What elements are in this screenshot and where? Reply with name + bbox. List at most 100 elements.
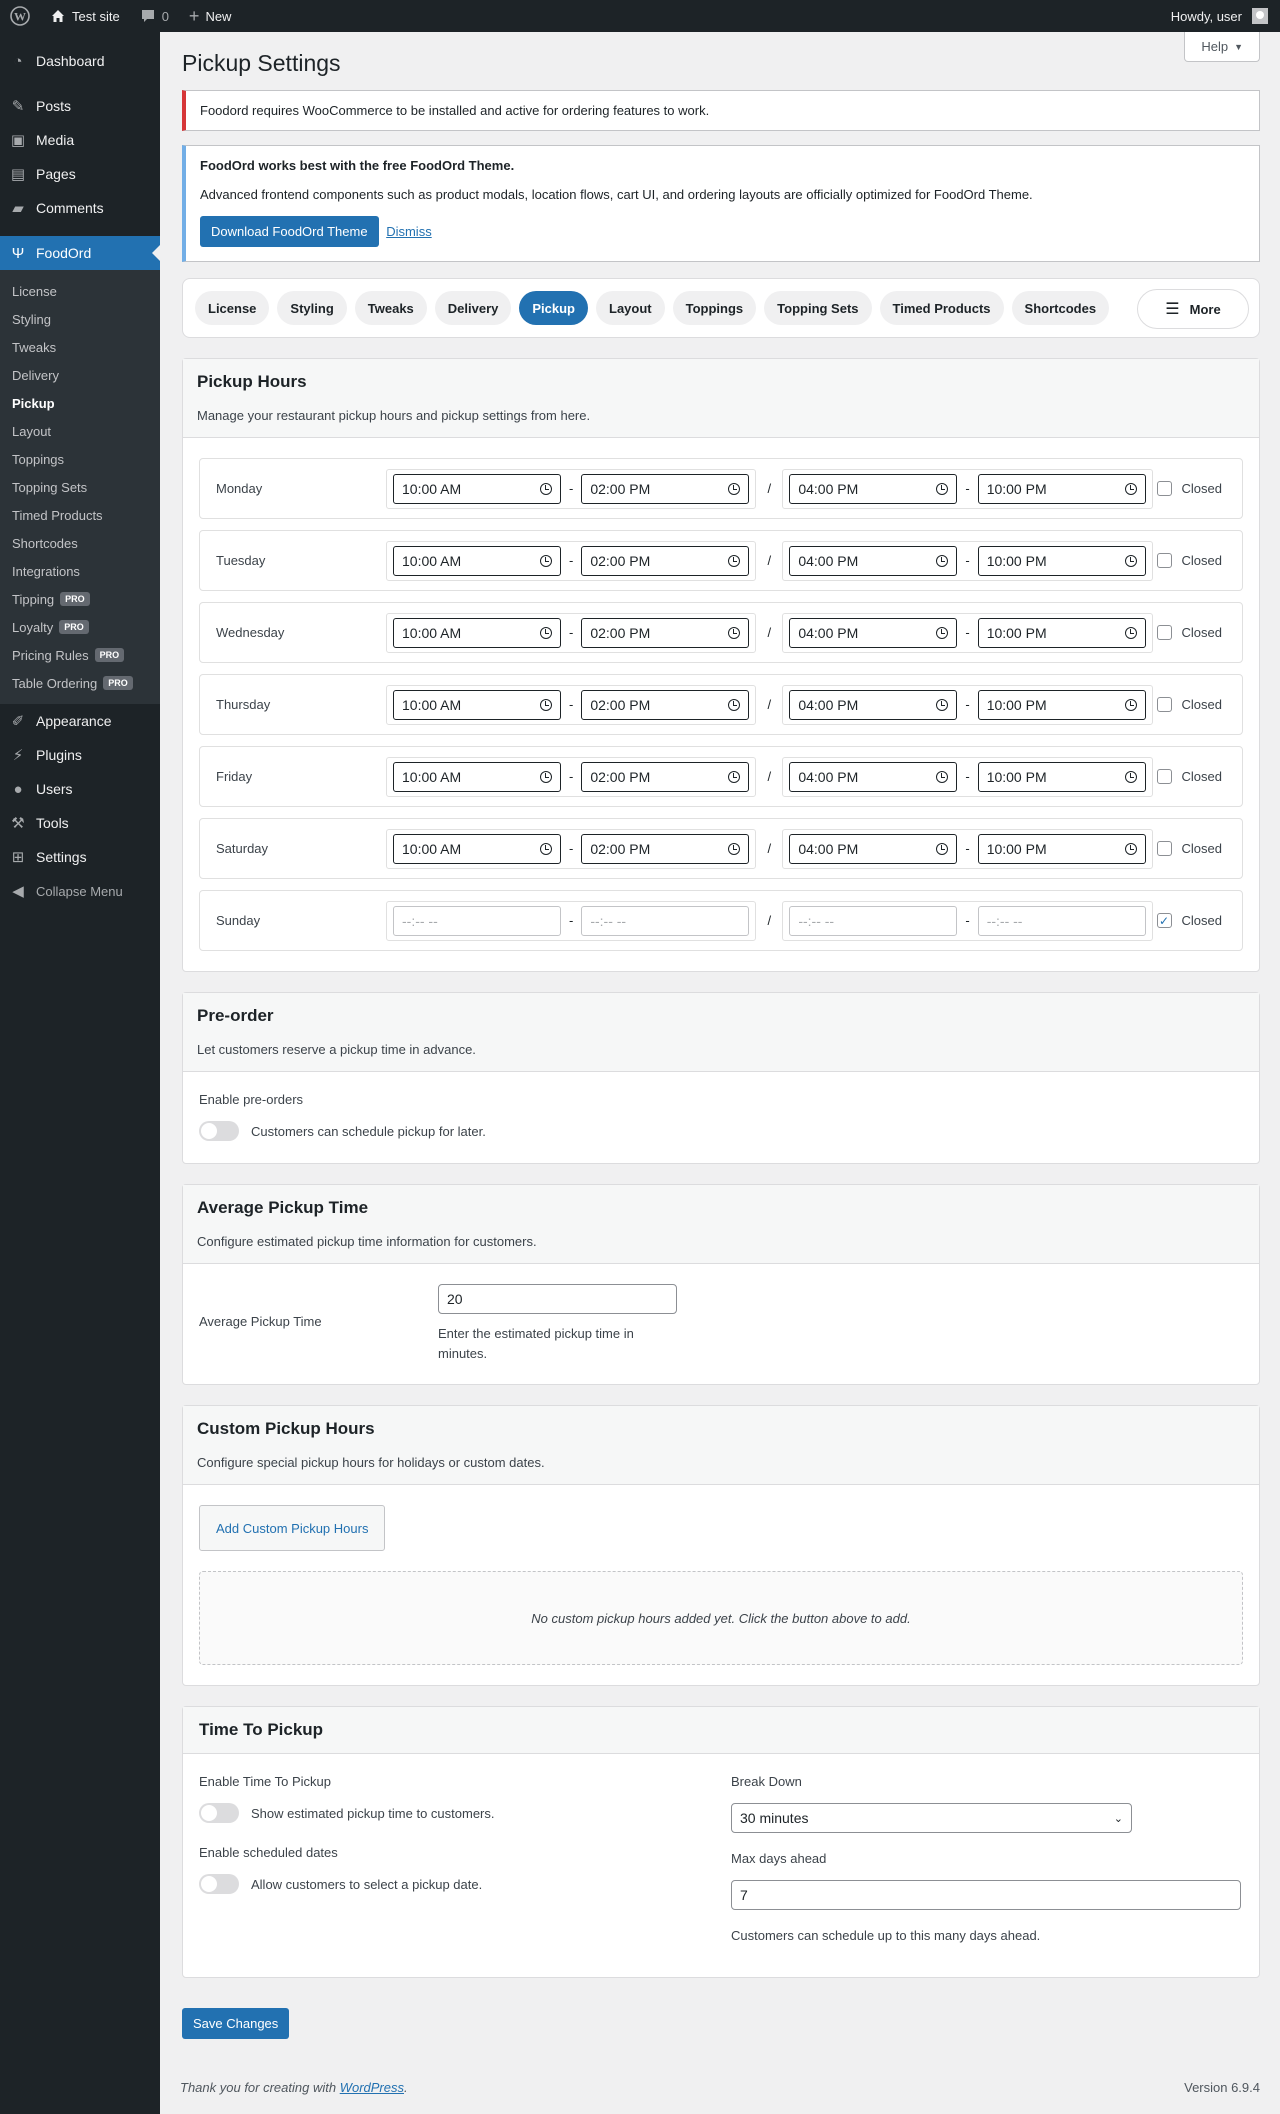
wordpress-logo-icon[interactable]: W: [0, 0, 40, 32]
slot1-end-time[interactable]: 02:00 PM: [581, 617, 750, 648]
first-slot: 10:00 AM - 02:00 PM: [386, 756, 757, 797]
download-theme-button[interactable]: Download FoodOrd Theme: [200, 216, 379, 247]
tab-pickup[interactable]: Pickup: [519, 291, 588, 325]
slot1-end-time[interactable]: 02:00 PM: [581, 761, 750, 792]
time-value: 10:00 AM: [402, 624, 462, 641]
new-content-link[interactable]: + New: [179, 0, 242, 32]
tab-toppings[interactable]: Toppings: [672, 291, 757, 325]
scheduled-dates-toggle[interactable]: [199, 1874, 239, 1894]
closed-checkbox[interactable]: ✓: [1156, 913, 1172, 928]
wordpress-link[interactable]: WordPress: [340, 2080, 404, 2095]
submenu-license[interactable]: License: [0, 277, 160, 305]
tab-timed-products[interactable]: Timed Products: [879, 291, 1004, 325]
submenu-label: Pricing Rules: [12, 647, 89, 663]
closed-checkbox[interactable]: [1156, 769, 1172, 784]
submenu-pickup[interactable]: Pickup: [0, 389, 160, 417]
slot2-end-time[interactable]: 10:00 PM: [977, 761, 1146, 792]
submenu-topping-sets[interactable]: Topping Sets: [0, 473, 160, 501]
menu-comments[interactable]: ▰ Comments: [0, 191, 160, 225]
closed-checkbox[interactable]: [1156, 625, 1172, 640]
slot2-end-time[interactable]: 10:00 PM: [977, 689, 1146, 720]
slot1-end-time[interactable]: 02:00 PM: [581, 833, 750, 864]
closed-checkbox[interactable]: [1156, 553, 1172, 568]
slot2-start-time[interactable]: 04:00 PM: [789, 617, 958, 648]
slot2-start-time[interactable]: 04:00 PM: [789, 545, 958, 576]
slot1-start-time[interactable]: 10:00 AM: [393, 617, 561, 648]
slot2-end-time[interactable]: 10:00 PM: [977, 833, 1146, 864]
tab-delivery[interactable]: Delivery: [434, 291, 512, 325]
submenu-shortcodes[interactable]: Shortcodes: [0, 529, 160, 557]
slot2-end-time[interactable]: 10:00 PM: [977, 473, 1146, 504]
closed-checkbox[interactable]: [1156, 481, 1172, 496]
submenu-toppings[interactable]: Toppings: [0, 445, 160, 473]
menu-foodord[interactable]: Ψ FoodOrd: [0, 236, 160, 270]
submenu-delivery[interactable]: Delivery: [0, 361, 160, 389]
slot1-start-time[interactable]: 10:00 AM: [393, 833, 561, 864]
slot1-start-time[interactable]: 10:00 AM: [393, 689, 561, 720]
closed-checkbox[interactable]: [1156, 841, 1172, 856]
slot2-end-time[interactable]: 10:00 PM: [977, 617, 1146, 648]
slot1-end-time[interactable]: 02:00 PM: [581, 545, 750, 576]
help-button[interactable]: Help ▼: [1184, 32, 1260, 62]
submenu-styling[interactable]: Styling: [0, 305, 160, 333]
tab-topping-sets[interactable]: Topping Sets: [764, 291, 872, 325]
maxdays-input[interactable]: 7: [731, 1880, 1241, 1910]
menu-users[interactable]: ● Users: [0, 772, 160, 806]
closed-checkbox[interactable]: [1156, 697, 1172, 712]
menu-media[interactable]: ▣ Media: [0, 123, 160, 157]
slot1-start-time[interactable]: 10:00 AM: [393, 761, 561, 792]
tab-license[interactable]: License: [195, 291, 270, 325]
save-changes-button[interactable]: Save Changes: [182, 2008, 290, 2039]
time-value: 10:00 PM: [986, 840, 1047, 857]
slot1-start-time[interactable]: 10:00 AM: [393, 545, 561, 576]
slot2-start-time[interactable]: --:-- --: [789, 905, 958, 936]
more-tabs-button[interactable]: ☰ More: [1137, 289, 1249, 329]
menu-posts[interactable]: ✎ Posts: [0, 89, 160, 123]
breakdown-select[interactable]: 30 minutes ⌄: [731, 1803, 1132, 1833]
menu-settings[interactable]: ⊞ Settings: [0, 840, 160, 874]
menu-dashboard[interactable]: ◔ Dashboard: [0, 44, 160, 78]
menu-plugins[interactable]: ⚡ Plugins: [0, 738, 160, 772]
comments-link[interactable]: 0: [130, 0, 179, 32]
avatar: [1252, 8, 1268, 24]
time-value: 02:00 PM: [590, 840, 651, 857]
slot2-start-time[interactable]: 04:00 PM: [789, 761, 958, 792]
tab-styling[interactable]: Styling: [277, 291, 347, 325]
menu-pages[interactable]: ▤ Pages: [0, 157, 160, 191]
site-name-link[interactable]: Test site: [40, 0, 130, 32]
submenu-loyalty[interactable]: Loyalty PRO: [0, 613, 160, 641]
tab-layout[interactable]: Layout: [596, 291, 665, 325]
time-to-pickup-toggle[interactable]: [199, 1803, 239, 1823]
day-name: Sunday: [216, 913, 261, 928]
tab-shortcodes[interactable]: Shortcodes: [1011, 291, 1110, 325]
menu-appearance[interactable]: ✐ Appearance: [0, 704, 160, 738]
slot2-start-time[interactable]: 04:00 PM: [789, 833, 958, 864]
add-custom-hours-button[interactable]: Add Custom Pickup Hours: [199, 1505, 386, 1551]
pin-icon: ✎: [11, 98, 25, 115]
submenu-timed-products[interactable]: Timed Products: [0, 501, 160, 529]
submenu-table-ordering[interactable]: Table Ordering PRO: [0, 669, 160, 697]
avg-time-input[interactable]: 20: [438, 1284, 677, 1314]
slot1-start-time[interactable]: 10:00 AM: [393, 473, 561, 504]
slot2-start-time[interactable]: 04:00 PM: [789, 689, 958, 720]
tab-tweaks[interactable]: Tweaks: [354, 291, 427, 325]
submenu-pricing-rules[interactable]: Pricing Rules PRO: [0, 641, 160, 669]
slot1-start-time[interactable]: --:-- --: [393, 905, 561, 936]
slot2-end-time[interactable]: 10:00 PM: [977, 545, 1146, 576]
collapse-menu-button[interactable]: ◀ Collapse Menu: [0, 874, 160, 908]
submenu-layout[interactable]: Layout: [0, 417, 160, 445]
dismiss-link[interactable]: Dismiss: [386, 224, 432, 239]
submenu-tweaks[interactable]: Tweaks: [0, 333, 160, 361]
slot1-end-time[interactable]: --:-- --: [581, 905, 750, 936]
submenu-tipping[interactable]: Tipping PRO: [0, 585, 160, 613]
slot1-end-time[interactable]: 02:00 PM: [581, 473, 750, 504]
time-value: 04:00 PM: [798, 696, 859, 713]
slot1-end-time[interactable]: 02:00 PM: [581, 689, 750, 720]
slot2-start-time[interactable]: 04:00 PM: [789, 473, 958, 504]
menu-tools[interactable]: ⚒ Tools: [0, 806, 160, 840]
submenu-integrations[interactable]: Integrations: [0, 557, 160, 585]
preorder-toggle[interactable]: [199, 1121, 239, 1141]
toggle-description: Customers can schedule pickup for later.: [251, 1123, 486, 1139]
slot2-end-time[interactable]: --:-- --: [977, 905, 1146, 936]
account-menu[interactable]: Howdy, user: [1161, 0, 1280, 32]
